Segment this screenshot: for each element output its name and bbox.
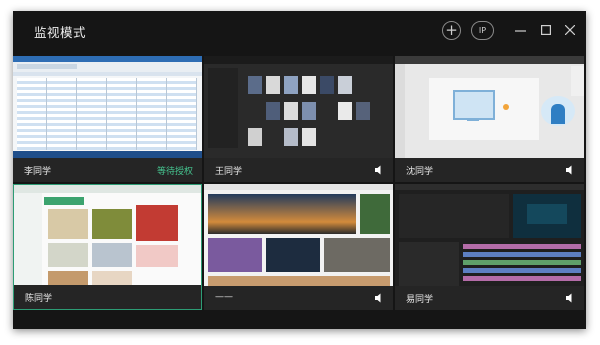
monitor-window: 监视模式 + IP 李同学 等待授权 王同学 沈同学 陈同学 —— 易同学 <box>13 11 586 329</box>
close-icon <box>565 25 575 35</box>
plus-icon: + <box>445 21 458 39</box>
screen-preview <box>395 56 584 158</box>
student-tile-3[interactable]: 沈同学 <box>395 56 584 182</box>
screen-preview <box>13 56 202 158</box>
speaker-icon[interactable] <box>373 292 385 304</box>
tile-label-bar: 沈同学 <box>395 158 584 182</box>
student-name: 陈同学 <box>25 294 53 304</box>
add-button[interactable]: + <box>442 21 461 40</box>
ip-button-label: IP <box>478 26 487 35</box>
screen-preview <box>14 185 201 287</box>
close-button[interactable] <box>561 21 579 39</box>
maximize-button[interactable] <box>537 21 555 39</box>
minimize-button[interactable] <box>511 21 529 39</box>
authorization-status: 等待授权 <box>156 167 193 177</box>
student-name: 沈同学 <box>406 167 434 177</box>
screen-preview <box>395 184 584 286</box>
student-tile-2[interactable]: 王同学 <box>204 56 393 182</box>
student-name: 王同学 <box>215 167 243 177</box>
speaker-icon[interactable] <box>564 292 576 304</box>
tile-label-bar: 王同学 <box>204 158 393 182</box>
tile-label-bar: 李同学 等待授权 <box>13 158 202 182</box>
tile-label-bar: 易同学 <box>395 286 584 310</box>
tile-label-bar: 陈同学 <box>14 285 201 309</box>
tile-label-bar: —— <box>204 286 393 310</box>
speaker-icon[interactable] <box>373 164 385 176</box>
title-bar: 监视模式 + IP <box>13 11 586 55</box>
student-name: —— <box>215 292 233 302</box>
student-name: 易同学 <box>406 295 434 305</box>
student-tile-4[interactable]: 陈同学 <box>13 184 202 310</box>
speaker-icon[interactable] <box>564 164 576 176</box>
maximize-icon <box>541 25 551 35</box>
screen-preview <box>204 56 393 158</box>
student-name: 李同学 <box>24 167 52 177</box>
student-tile-6[interactable]: 易同学 <box>395 184 584 310</box>
student-tile-1[interactable]: 李同学 等待授权 <box>13 56 202 182</box>
student-tile-5[interactable]: —— <box>204 184 393 310</box>
ip-button[interactable]: IP <box>471 21 494 40</box>
window-title: 监视模式 <box>34 25 87 40</box>
minimize-icon <box>514 29 526 32</box>
screen-preview <box>204 184 393 286</box>
